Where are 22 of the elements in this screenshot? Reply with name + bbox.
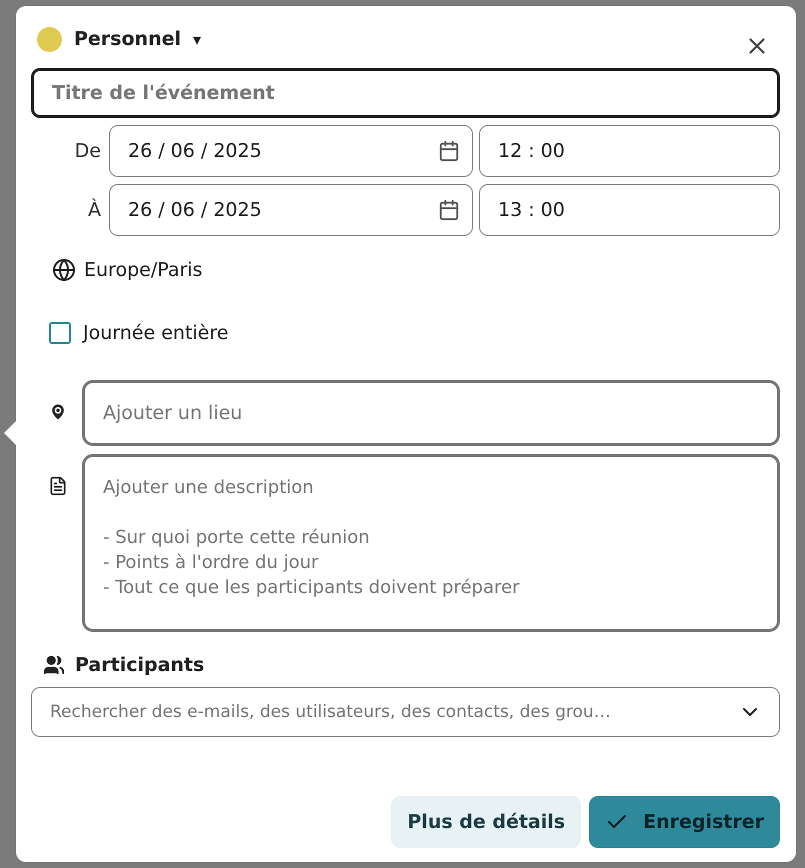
more-details-button[interactable]: Plus de détails <box>391 796 582 848</box>
time-field[interactable]: 13 : 00 <box>479 184 780 236</box>
location-field[interactable]: Ajouter un lieu <box>82 380 780 446</box>
calendar-selector[interactable]: Personnel ▾ <box>37 26 202 52</box>
description-icon <box>48 474 68 498</box>
all-day-label: Journée entière <box>83 322 228 344</box>
calendar-icon[interactable] <box>438 140 460 162</box>
people-icon <box>43 654 65 676</box>
row-label: À <box>87 199 102 221</box>
date-field[interactable]: 26 / 06 / 2025 <box>109 184 473 236</box>
globe-icon <box>52 258 76 282</box>
calendar-icon[interactable] <box>438 199 460 221</box>
title-field[interactable]: Titre de l'événement <box>31 68 780 118</box>
timezone-label: Europe/Paris <box>84 259 202 281</box>
participants-heading: Participants <box>75 654 204 676</box>
row-label: De <box>74 140 102 162</box>
save-button[interactable]: Enregistrer <box>589 796 780 848</box>
date-field[interactable]: 26 / 06 / 2025 <box>109 125 473 177</box>
time-field[interactable]: 12 : 00 <box>479 125 780 177</box>
participants-search-field[interactable]: Rechercher des e-mails, des utilisateurs, des contacts, des grou… <box>31 687 780 737</box>
description-field[interactable]: Ajouter une description - Sur quoi porte cette réunion - Points à l'ordre du jour - Tout ce que les participants doivent préparer <box>82 454 780 632</box>
all-day-checkbox[interactable] <box>49 322 71 344</box>
